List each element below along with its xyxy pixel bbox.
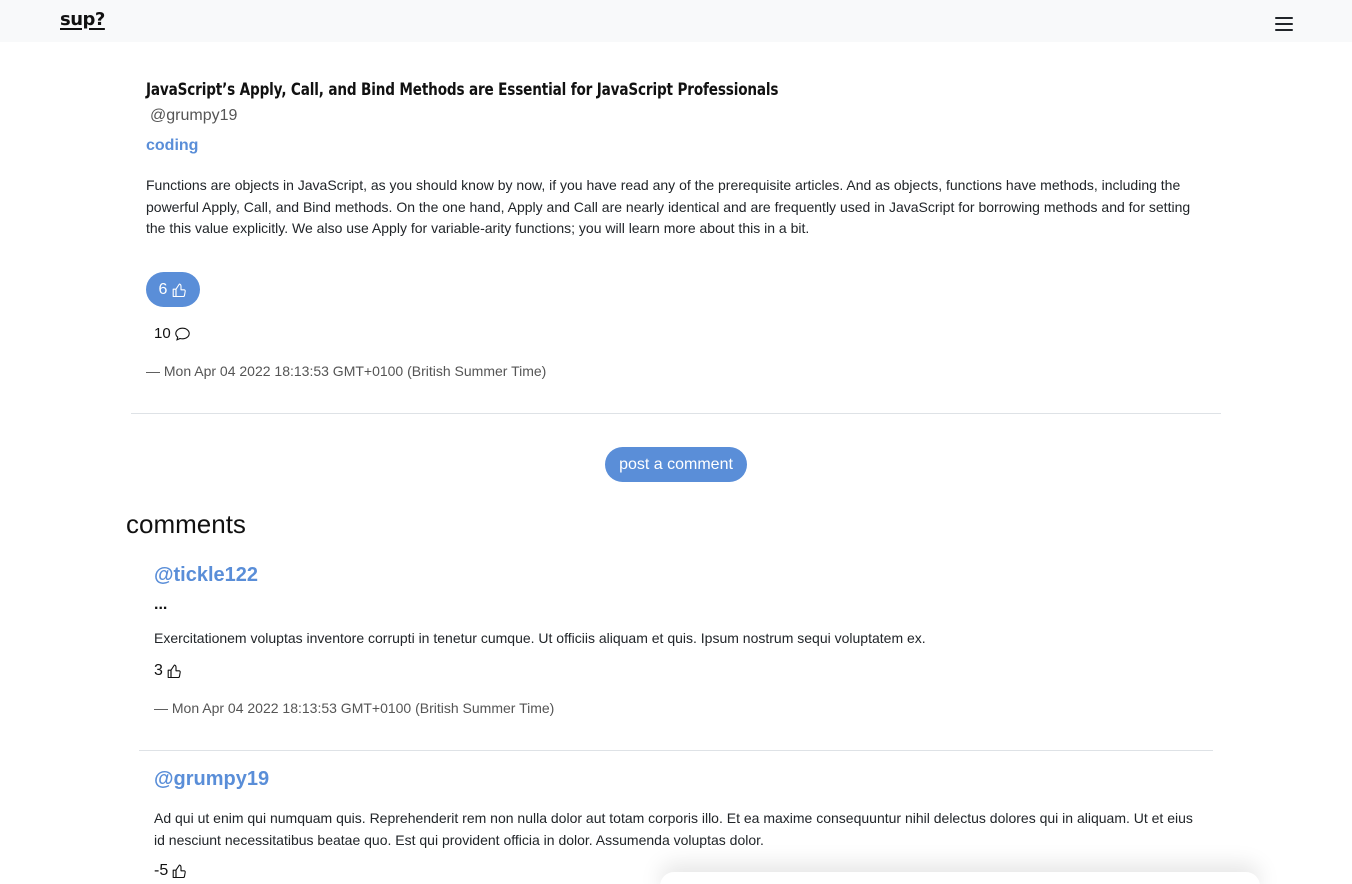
- hamburger-icon[interactable]: [1275, 17, 1293, 32]
- thumbs-up-icon: [173, 282, 187, 297]
- post-divider: [131, 413, 1221, 414]
- comment-options-menu[interactable]: ...: [154, 596, 167, 614]
- thumbs-up-icon: [167, 664, 181, 679]
- comment-author-link[interactable]: @tickle122: [154, 564, 258, 587]
- toast-panel: [660, 872, 1260, 884]
- post-like-button[interactable]: 6: [146, 272, 200, 307]
- post-comment-button[interactable]: post a comment: [605, 447, 747, 482]
- post-title: JavaScript’s Apply, Call, and Bind Metho…: [146, 80, 779, 100]
- comment-divider: [139, 750, 1213, 751]
- comment-author-link[interactable]: @grumpy19: [154, 768, 269, 791]
- post-author: @grumpy19: [150, 107, 238, 124]
- comment-body: Ad qui ut enim qui numquam quis. Reprehe…: [154, 810, 1193, 848]
- navbar: sup?: [0, 0, 1352, 42]
- thumbs-up-icon: [172, 864, 186, 879]
- post-comment-count: 10: [154, 325, 191, 342]
- post-body: Functions are objects in JavaScript, as …: [146, 177, 1191, 236]
- speech-bubble-icon: [174, 327, 190, 341]
- comment-like-count: 3: [154, 662, 163, 679]
- post-date: — Mon Apr 04 2022 18:13:53 GMT+0100 (Bri…: [146, 363, 547, 379]
- comment-like-button[interactable]: -5: [154, 862, 187, 880]
- comment-date: — Mon Apr 04 2022 18:13:53 GMT+0100 (Bri…: [154, 700, 555, 716]
- comment-count-value: 10: [154, 325, 171, 342]
- comment-like-count: -5: [154, 862, 169, 879]
- brand-logo[interactable]: sup?: [60, 9, 105, 30]
- comment-like-button[interactable]: 3: [154, 662, 182, 680]
- comment-body: Exercitationem voluptas inventore corrup…: [154, 630, 926, 646]
- post-topic-link[interactable]: coding: [146, 137, 198, 155]
- post-like-count: 6: [158, 280, 168, 298]
- comments-heading: comments: [126, 509, 246, 539]
